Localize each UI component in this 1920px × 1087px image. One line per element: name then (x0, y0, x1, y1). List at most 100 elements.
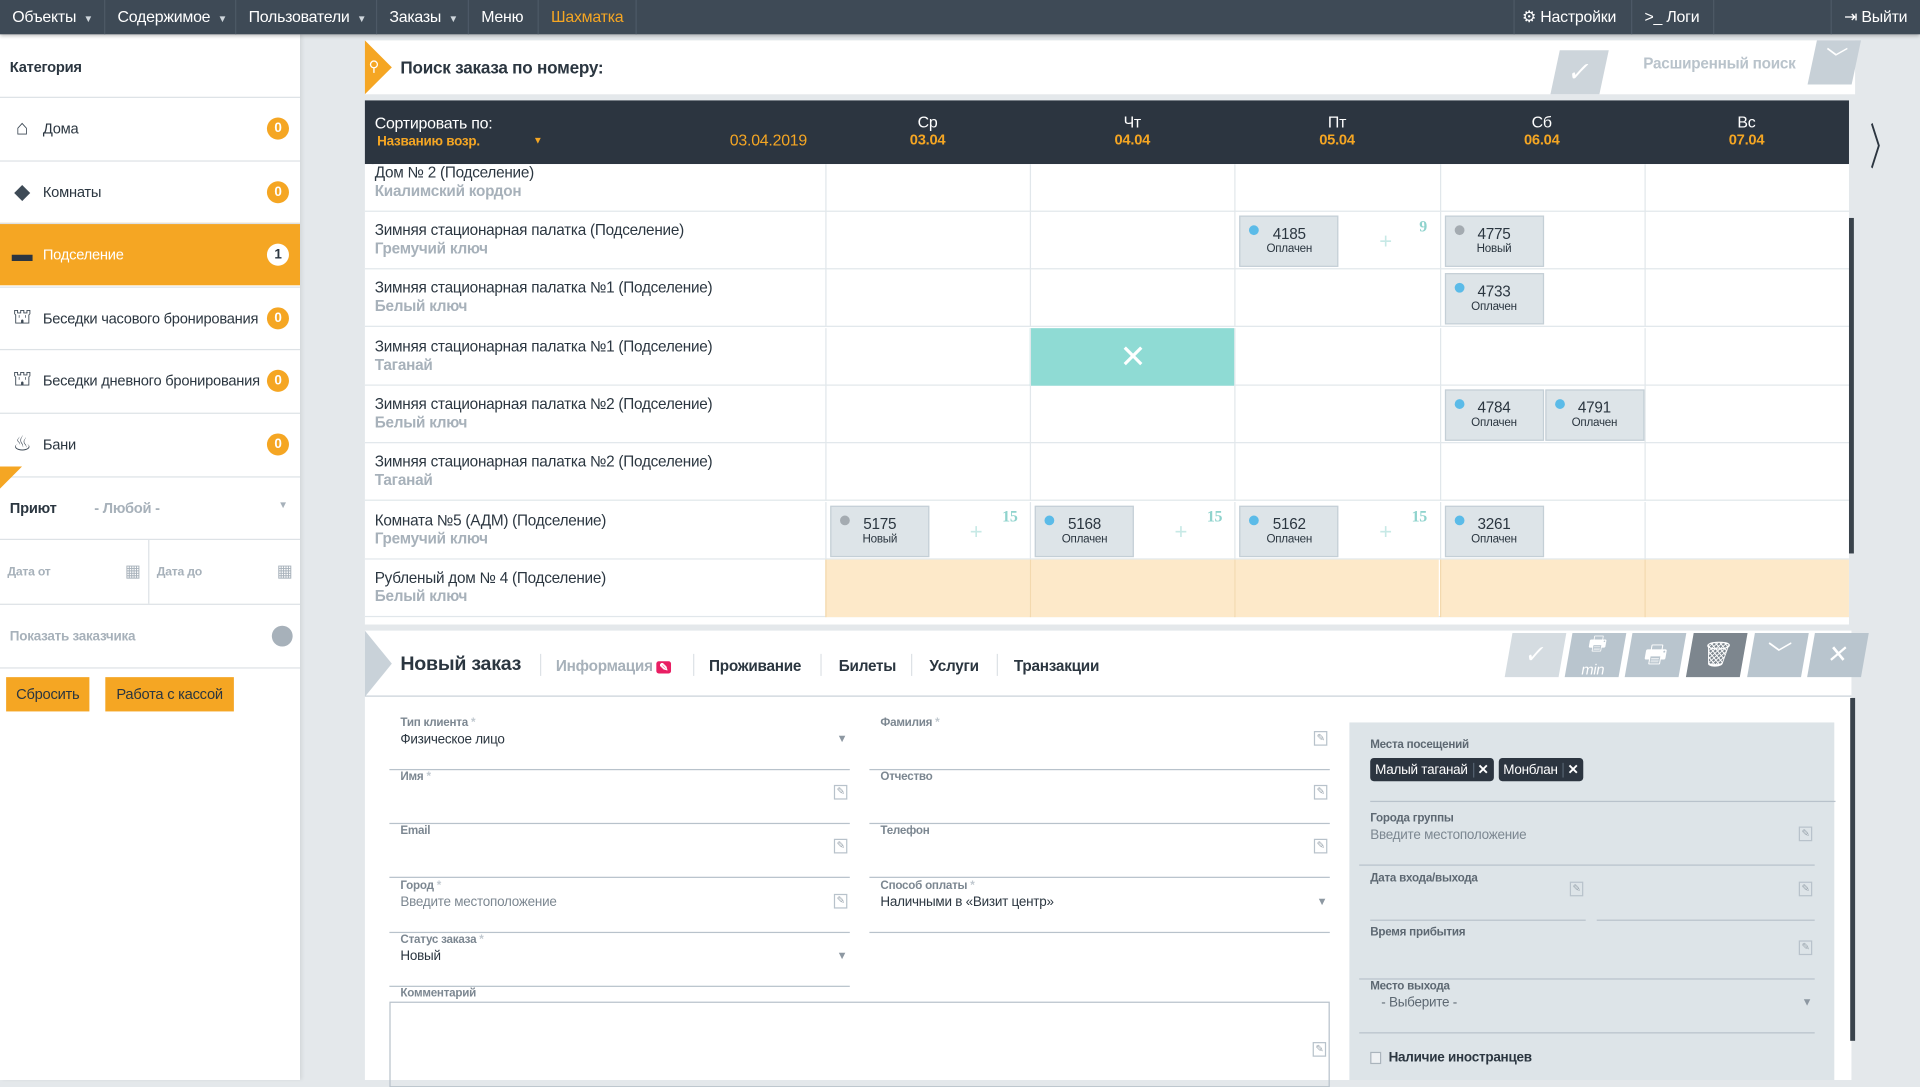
calendar-cell[interactable] (825, 559, 1029, 617)
exit-date-field[interactable]: ✎ (1597, 867, 1815, 921)
places-field[interactable]: Малый таганай✕Монблан✕ (1370, 758, 1835, 802)
booking-card[interactable]: 4733Оплачен (1444, 273, 1543, 324)
calendar-cell[interactable]: 4784Оплачен4791Оплачен (1440, 386, 1644, 444)
add-booking-icon[interactable]: + (1379, 519, 1392, 545)
booking-card[interactable]: 5175Новый (830, 505, 929, 556)
close-icon[interactable]: ✕ (1120, 337, 1146, 374)
calendar-cell[interactable] (825, 443, 1029, 501)
calendar-cell[interactable] (1030, 386, 1234, 444)
delete-button[interactable]: 🗑 (1686, 633, 1748, 677)
calendar-cell[interactable]: ✕ (1030, 328, 1234, 386)
last-name-field[interactable]: Фамилия *✎ (869, 716, 1329, 770)
booking-card[interactable]: 5168Оплачен (1035, 505, 1134, 556)
order-status-select[interactable]: Статус заказа *Новый▼ (389, 933, 849, 987)
date-to-input[interactable]: Дата до▦ (149, 540, 300, 604)
calendar-cell[interactable] (1440, 559, 1644, 617)
calendar-cell[interactable] (825, 386, 1029, 444)
collapse-button[interactable]: ﹀ (1747, 633, 1809, 677)
calendar-cell[interactable] (1644, 212, 1848, 270)
sort-select[interactable]: Названию возр.▼ (377, 135, 542, 150)
calendar-cell[interactable] (1235, 559, 1439, 617)
foreigners-checkbox-row[interactable]: Наличие иностранцев (1370, 1051, 1532, 1066)
sidebar-item-category[interactable]: ▬Подселение1 (0, 223, 300, 285)
current-date[interactable]: 03.04.2019 (730, 131, 807, 149)
exit-place-select[interactable]: Место выхода- Выберите -▼ (1359, 980, 1815, 1034)
sidebar-item-category[interactable]: ♨Бани0 (0, 412, 300, 474)
calendar-cell[interactable] (1235, 328, 1439, 386)
add-booking-icon[interactable]: + (1175, 519, 1188, 545)
calendar-cell[interactable] (1030, 559, 1234, 617)
settings-button[interactable]: ⚙ Настройки (1513, 0, 1632, 34)
first-name-field[interactable]: Имя *✎ (389, 770, 849, 824)
calendar-cell[interactable]: 5162Оплачен+15 (1235, 501, 1439, 559)
nav-orders[interactable]: Заказы▼ (377, 0, 469, 34)
tab-services[interactable]: Услуги (929, 658, 978, 675)
booking-card[interactable]: 3261Оплачен (1444, 505, 1543, 556)
booking-card[interactable]: 4775Новый (1444, 216, 1543, 267)
nav-users[interactable]: Пользователи▼ (236, 0, 377, 34)
payment-method-select[interactable]: Способ оплаты *Наличными в «Визит центр»… (869, 879, 1329, 933)
calendar-cell[interactable] (1030, 212, 1234, 270)
remove-tag-icon[interactable]: ✕ (1473, 763, 1489, 778)
calendar-cell[interactable] (825, 164, 1029, 212)
order-number-input[interactable] (402, 50, 1541, 84)
tab-accommodation[interactable]: Проживание (709, 658, 801, 675)
booking-card[interactable]: 5162Оплачен (1240, 505, 1339, 556)
date-from-input[interactable]: Дата от▦ (0, 540, 149, 604)
tab-transactions[interactable]: Транзакции (1014, 658, 1099, 675)
group-cities-field[interactable]: Города группыВведите местоположение✎ (1359, 812, 1815, 866)
next-week-arrow[interactable]: 〉 (1870, 108, 1894, 179)
calendar-icon[interactable]: ▦ (277, 561, 293, 582)
calendar-cell[interactable] (1644, 501, 1848, 559)
calendar-cell[interactable] (825, 270, 1029, 328)
calendar-cell[interactable]: 5175Новый+15 (825, 501, 1029, 559)
calendar-cell[interactable] (1644, 164, 1848, 212)
calendar-cell[interactable]: 5168Оплачен+15 (1030, 501, 1234, 559)
sidebar-item-category[interactable]: ◆Комнаты0 (0, 160, 300, 222)
calendar-cell[interactable] (1440, 164, 1644, 212)
arrival-time-field[interactable]: Время прибытия✎ (1359, 926, 1815, 980)
calendar-cell[interactable] (1440, 443, 1644, 501)
tab-info[interactable]: Информация ✎ (556, 658, 671, 675)
calendar-cell[interactable] (1644, 328, 1848, 386)
booking-card[interactable]: 4784Оплачен (1444, 389, 1543, 440)
print-button[interactable]: 🖶 (1625, 633, 1687, 677)
tab-tickets[interactable]: Билеты (839, 658, 896, 675)
calendar-cell[interactable] (1030, 270, 1234, 328)
booking-card[interactable]: 4791Оплачен (1545, 389, 1644, 440)
phone-field[interactable]: Телефон✎ (869, 824, 1329, 878)
nav-content[interactable]: Содержимое▼ (105, 0, 236, 34)
entry-date-field[interactable]: ✎ (1370, 867, 1586, 921)
calendar-cell[interactable] (825, 212, 1029, 270)
calendar-cell[interactable] (1030, 164, 1234, 212)
foreigners-checkbox[interactable] (1370, 1052, 1381, 1064)
calendar-cell[interactable]: 4733Оплачен (1440, 270, 1644, 328)
comment-textarea[interactable]: ✎ (389, 1002, 1329, 1087)
calendar-cell[interactable] (1644, 443, 1848, 501)
calendar-icon[interactable]: ▦ (125, 561, 141, 582)
calendar-cell[interactable] (1644, 270, 1848, 328)
add-booking-icon[interactable]: + (970, 519, 983, 545)
patronymic-field[interactable]: Отчество✎ (869, 770, 1329, 824)
show-customer-toggle[interactable] (272, 626, 293, 647)
close-button[interactable]: ✕ (1807, 633, 1869, 677)
calendar-cell[interactable]: 4185Оплачен+9 (1235, 212, 1439, 270)
calendar-cell[interactable] (825, 328, 1029, 386)
calendar-cell[interactable] (1235, 443, 1439, 501)
print-min-button[interactable]: 🖶min (1565, 633, 1627, 677)
order-scrollbar[interactable] (1850, 698, 1855, 1041)
calendar-cell[interactable] (1644, 386, 1848, 444)
reset-button[interactable]: Сбросить (6, 677, 89, 711)
sidebar-item-category[interactable]: ⛫Беседки часового бронирования0 (0, 286, 300, 348)
cashier-button[interactable]: Работа с кассой (105, 677, 234, 711)
calendar-cell[interactable] (1440, 328, 1644, 386)
calendar-cell[interactable] (1644, 559, 1848, 617)
shelter-select[interactable]: - Любой -▼ (94, 500, 287, 517)
calendar-cell[interactable]: 3261Оплачен (1440, 501, 1644, 559)
city-field[interactable]: Город *Введите местоположение✎ (389, 879, 849, 933)
add-booking-icon[interactable]: + (1379, 229, 1392, 255)
sidebar-item-category[interactable]: ⌂Дома0 (0, 97, 300, 159)
advanced-search-link[interactable]: Расширенный поиск (1643, 55, 1795, 72)
logout-button[interactable]: ⇥ Выйти (1831, 0, 1920, 34)
nav-menu[interactable]: Меню (469, 0, 539, 34)
